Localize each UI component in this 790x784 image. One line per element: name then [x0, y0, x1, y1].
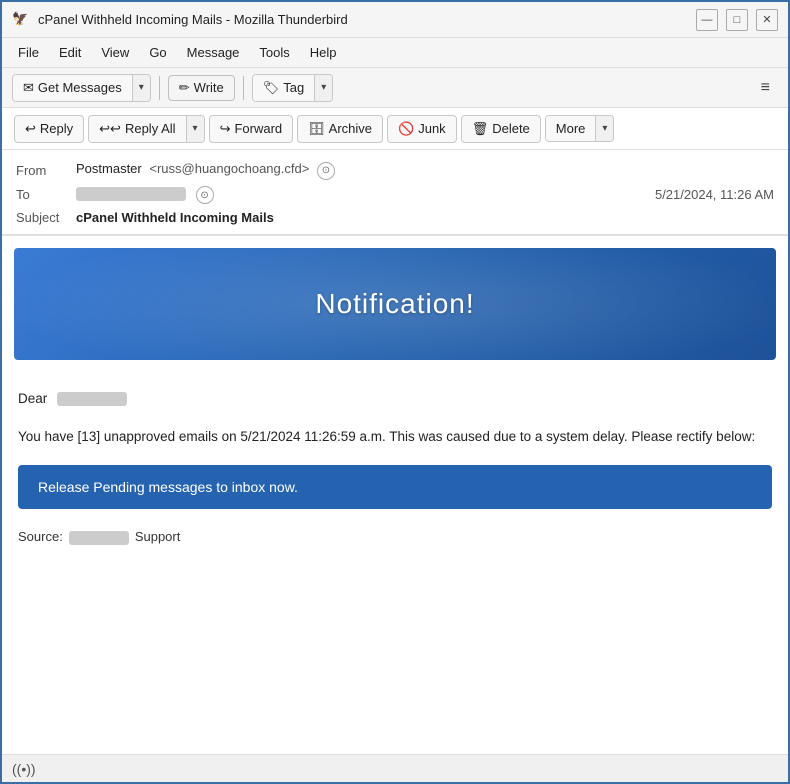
envelope-icon: ✉	[23, 80, 34, 96]
menu-tools[interactable]: Tools	[251, 42, 297, 63]
more-split: More ▾	[545, 115, 615, 142]
to-info-icon[interactable]: ⊙	[196, 186, 214, 204]
toolbar-divider-2	[243, 76, 244, 100]
forward-button[interactable]: ↪ Forward	[209, 115, 294, 143]
more-dropdown[interactable]: ▾	[595, 116, 613, 141]
menu-edit[interactable]: Edit	[51, 42, 89, 63]
from-name: Postmaster	[76, 161, 142, 176]
get-messages-label: Get Messages	[38, 80, 122, 95]
app-icon: 🦅	[12, 11, 30, 29]
title-bar: 🦅 cPanel Withheld Incoming Mails - Mozil…	[2, 2, 788, 38]
pencil-icon: ✏	[179, 80, 190, 96]
archive-icon: 🗄	[308, 121, 325, 137]
email-banner: Notification!	[14, 248, 776, 360]
get-messages-split: ✉ Get Messages ▾	[12, 74, 151, 102]
source-suffix: Support	[135, 527, 181, 548]
tag-dropdown[interactable]: ▾	[314, 75, 332, 101]
to-label: To	[16, 187, 76, 202]
banner-title: Notification!	[34, 288, 756, 320]
dear-redacted	[57, 392, 127, 406]
dear-prefix: Dear	[18, 391, 47, 406]
hamburger-menu-button[interactable]: ≡	[753, 75, 778, 101]
tag-label: Tag	[283, 80, 304, 95]
status-bar: ((•))	[2, 754, 788, 782]
source-label: Source:	[18, 527, 63, 548]
body-text: You have [13] unapproved emails on 5/21/…	[18, 426, 772, 448]
toolbar-divider-1	[159, 76, 160, 100]
tag-button[interactable]: 🏷 Tag	[253, 75, 314, 101]
delete-button[interactable]: 🗑 Delete	[461, 115, 541, 143]
to-row: To ⊙ 5/21/2024, 11:26 AM	[16, 183, 774, 208]
chevron-down-icon-reply-all: ▾	[193, 123, 198, 134]
release-button[interactable]: Release Pending messages to inbox now.	[18, 465, 772, 509]
from-value: Postmaster <russ@huangochoang.cfd> ⊙	[76, 161, 774, 180]
menu-message[interactable]: Message	[179, 42, 248, 63]
email-body-inner: Notification! Dear You have [13] unappro…	[2, 236, 788, 568]
subject-row: Subject cPanel Withheld Incoming Mails	[16, 207, 774, 228]
title-bar-left: 🦅 cPanel Withheld Incoming Mails - Mozil…	[12, 11, 348, 29]
from-email: <russ@huangochoang.cfd>	[149, 161, 309, 176]
main-window: 🦅 cPanel Withheld Incoming Mails - Mozil…	[0, 0, 790, 784]
more-button[interactable]: More	[546, 116, 596, 141]
junk-button[interactable]: 🚫 Junk	[387, 115, 457, 143]
to-value: ⊙	[76, 186, 655, 205]
chevron-down-icon: ▾	[139, 82, 144, 93]
get-messages-button[interactable]: ✉ Get Messages	[13, 75, 132, 101]
reply-all-icon: ↩↩	[99, 121, 121, 137]
write-button[interactable]: ✏ Write	[168, 75, 235, 101]
source-redacted	[69, 531, 129, 545]
reply-all-split: ↩↩ Reply All ▾	[88, 115, 204, 143]
email-date: 5/21/2024, 11:26 AM	[655, 187, 774, 202]
chevron-down-icon-more: ▾	[602, 123, 607, 134]
email-body: Notification! Dear You have [13] unappro…	[2, 236, 788, 754]
menu-bar: File Edit View Go Message Tools Help	[2, 38, 788, 68]
status-icon: ((•))	[12, 761, 36, 777]
email-header: From Postmaster <russ@huangochoang.cfd> …	[2, 150, 788, 236]
from-row: From Postmaster <russ@huangochoang.cfd> …	[16, 158, 774, 183]
menu-go[interactable]: Go	[141, 42, 174, 63]
reply-all-label: Reply All	[125, 121, 176, 136]
toolbar: ✉ Get Messages ▾ ✏ Write 🏷 Tag ▾ ≡	[2, 68, 788, 108]
trash-icon: 🗑	[472, 121, 489, 137]
forward-icon: ↪	[220, 121, 231, 137]
forward-label: Forward	[234, 121, 282, 136]
archive-label: Archive	[329, 121, 372, 136]
reply-all-dropdown[interactable]: ▾	[186, 116, 204, 142]
write-label: Write	[194, 80, 224, 95]
archive-button[interactable]: 🗄 Archive	[297, 115, 383, 143]
subject-value: cPanel Withheld Incoming Mails	[76, 210, 774, 225]
junk-icon: 🚫	[398, 121, 414, 137]
tag-icon: 🏷	[263, 80, 280, 96]
chevron-down-icon-tag: ▾	[321, 82, 326, 93]
reply-button[interactable]: ↩ Reply	[14, 115, 84, 143]
sender-info-icon[interactable]: ⊙	[317, 162, 335, 180]
subject-label: Subject	[16, 210, 76, 225]
window-title: cPanel Withheld Incoming Mails - Mozilla…	[38, 12, 348, 27]
title-bar-controls: — □ ✕	[696, 9, 778, 31]
to-redacted	[76, 187, 186, 201]
delete-label: Delete	[492, 121, 530, 136]
action-bar: ↩ Reply ↩↩ Reply All ▾ ↪ Forward 🗄 Archi…	[2, 108, 788, 150]
get-messages-dropdown[interactable]: ▾	[132, 75, 150, 101]
menu-view[interactable]: View	[93, 42, 137, 63]
maximize-button[interactable]: □	[726, 9, 748, 31]
menu-help[interactable]: Help	[302, 42, 345, 63]
more-label: More	[556, 121, 586, 136]
tag-split: 🏷 Tag ▾	[252, 74, 334, 102]
reply-icon: ↩	[25, 121, 36, 137]
menu-file[interactable]: File	[10, 42, 47, 63]
reply-all-button[interactable]: ↩↩ Reply All	[89, 116, 185, 142]
minimize-button[interactable]: —	[696, 9, 718, 31]
dear-row: Dear	[18, 388, 772, 410]
close-button[interactable]: ✕	[756, 9, 778, 31]
junk-label: Junk	[418, 121, 445, 136]
source-row: Source: Support	[18, 527, 772, 548]
from-label: From	[16, 163, 76, 178]
reply-label: Reply	[40, 121, 73, 136]
email-content: Dear You have [13] unapproved emails on …	[14, 380, 776, 556]
